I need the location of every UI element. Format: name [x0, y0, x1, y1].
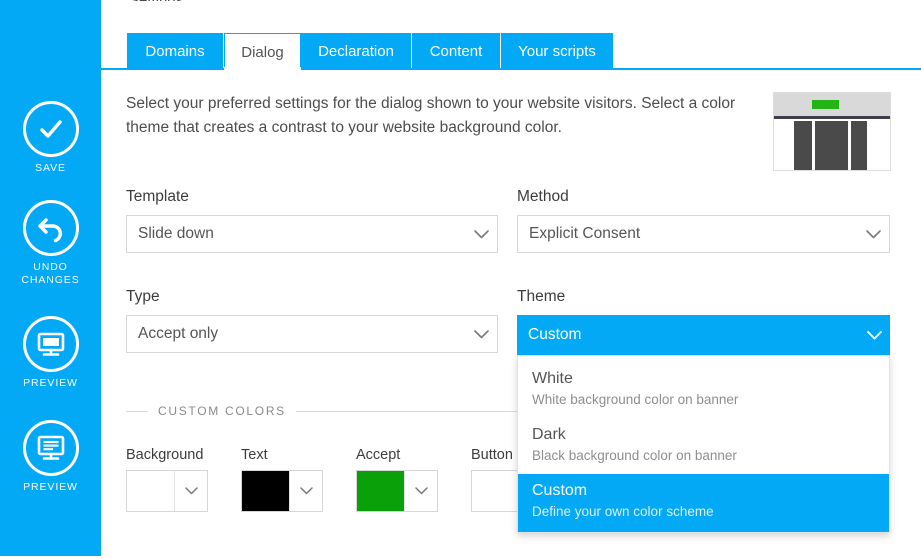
- thumbnail-column: [793, 121, 813, 170]
- action-sidebar: SAVE UNDO CHANGES PREVIEW PREVIEW: [0, 0, 101, 556]
- color-picker-background[interactable]: [126, 470, 208, 512]
- tab-dialog[interactable]: Dialog: [224, 33, 301, 70]
- tab-content[interactable]: Content: [412, 33, 501, 69]
- sidebar-item-label: PREVIEW: [23, 481, 78, 493]
- chevron-down-icon: [465, 329, 497, 339]
- divider-left: [126, 410, 148, 412]
- color-picker-text[interactable]: [241, 470, 323, 512]
- theme-option-subtitle: Define your own color scheme: [532, 504, 714, 519]
- chevron-down-icon: [465, 229, 497, 239]
- template-select-value: Slide down: [138, 225, 214, 242]
- sidebar-item-label: UNDO CHANGES: [21, 261, 80, 286]
- color-swatch: [472, 471, 520, 511]
- theme-option-subtitle: Black background color on banner: [532, 448, 737, 463]
- method-label: Method: [517, 188, 569, 205]
- theme-select-value: Custom: [528, 326, 582, 343]
- tab-bar: Domains Dialog Declaration Content Your …: [101, 33, 921, 70]
- template-label: Template: [126, 188, 189, 205]
- method-select-value: Explicit Consent: [529, 225, 641, 242]
- thumbnail-banner-accent: [812, 100, 839, 109]
- page-title: Settings: [129, 0, 183, 1]
- monitor-icon: [22, 316, 79, 372]
- color-picker-accept[interactable]: [356, 470, 438, 512]
- theme-select[interactable]: Custom: [517, 315, 890, 355]
- swatch-label: Accept: [356, 447, 401, 463]
- sidebar-item-undo-changes[interactable]: UNDO CHANGES: [0, 200, 101, 287]
- swatch-label: Background: [126, 447, 204, 463]
- panel-description: Select your preferred settings for the d…: [126, 95, 736, 136]
- sidebar-item-label: SAVE: [35, 162, 66, 174]
- check-circle-icon: [22, 101, 79, 157]
- chevron-down-icon: [858, 330, 890, 340]
- type-select[interactable]: Accept only: [126, 315, 498, 353]
- type-label: Type: [126, 288, 160, 305]
- thumbnail-column: [850, 121, 867, 170]
- theme-dropdown-menu: White White background color on banner D…: [517, 355, 890, 533]
- dialog-preview-thumbnail: [773, 92, 891, 171]
- type-select-value: Accept only: [138, 325, 219, 342]
- chevron-down-icon: [290, 471, 322, 511]
- tab-your-scripts[interactable]: Your scripts: [501, 33, 614, 69]
- custom-colors-title: CUSTOM COLORS: [158, 404, 286, 418]
- theme-option-custom[interactable]: Custom Define your own color scheme: [518, 474, 889, 532]
- sidebar-item-preview-declaration[interactable]: PREVIEW: [0, 420, 101, 494]
- tab-domains[interactable]: Domains: [127, 33, 224, 69]
- theme-option-title: Custom: [532, 482, 588, 499]
- theme-option-dark[interactable]: Dark Black background color on banner: [518, 418, 889, 474]
- method-select[interactable]: Explicit Consent: [517, 215, 890, 253]
- chevron-down-icon: [857, 229, 889, 239]
- swatch-group-background: Background: [126, 447, 208, 512]
- tab-declaration[interactable]: Declaration: [301, 33, 412, 69]
- sidebar-item-preview-desktop[interactable]: PREVIEW: [0, 316, 101, 390]
- color-swatch: [357, 471, 405, 511]
- sidebar-item-save[interactable]: SAVE: [0, 101, 101, 175]
- theme-label: Theme: [517, 288, 566, 305]
- chevron-down-icon: [405, 471, 437, 511]
- swatch-group-accept: Accept: [356, 447, 438, 512]
- color-swatch: [127, 471, 175, 511]
- thumbnail-column: [814, 121, 849, 170]
- theme-option-title: White: [532, 370, 573, 387]
- theme-option-white[interactable]: White White background color on banner: [518, 362, 889, 418]
- template-select[interactable]: Slide down: [126, 215, 498, 253]
- thumbnail-topbar: [774, 93, 890, 116]
- color-swatch: [242, 471, 290, 511]
- theme-option-title: Dark: [532, 426, 566, 443]
- thumbnail-body: [774, 119, 890, 172]
- active-tab-notch: [224, 67, 301, 71]
- main-content: Settings Domains Dialog Declaration Cont…: [101, 0, 921, 559]
- monitor-lines-icon: [22, 420, 79, 476]
- sidebar-item-label: PREVIEW: [23, 377, 78, 389]
- undo-arrow-icon: [22, 200, 79, 256]
- swatch-label: Text: [241, 447, 268, 463]
- chevron-down-icon: [175, 471, 207, 511]
- theme-option-subtitle: White background color on banner: [532, 392, 739, 407]
- settings-screen: SAVE UNDO CHANGES PREVIEW PREVIEW Domain…: [0, 0, 921, 559]
- swatch-group-text: Text: [241, 447, 323, 512]
